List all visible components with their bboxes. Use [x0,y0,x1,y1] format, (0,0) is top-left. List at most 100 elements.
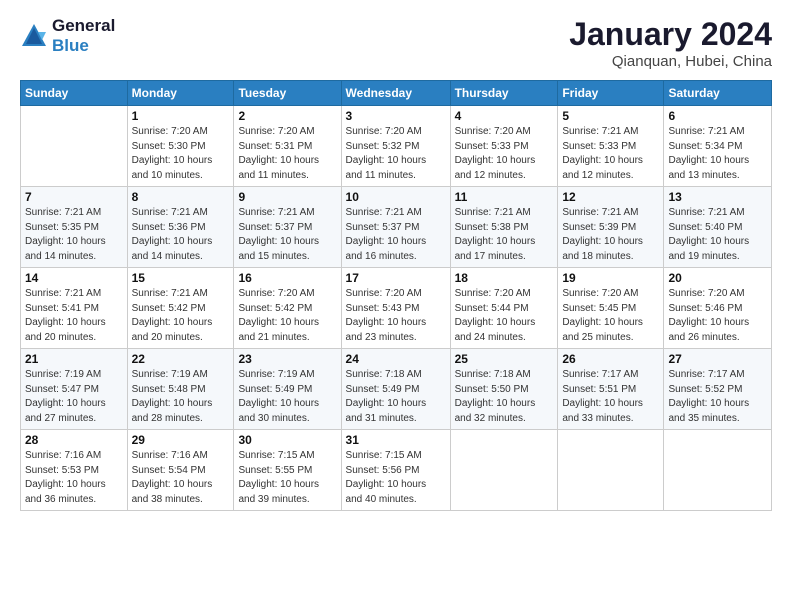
day-info: Sunrise: 7:18 AM Sunset: 5:50 PM Dayligh… [455,368,554,426]
day-info: Sunrise: 7:21 AM Sunset: 5:33 PM Dayligh… [562,125,659,183]
table-cell: 22 Sunrise: 7:19 AM Sunset: 5:48 PM Dayli… [127,349,234,430]
table-cell: 3 Sunrise: 7:20 AM Sunset: 5:32 PM Daylig… [341,106,450,187]
day-info: Sunrise: 7:18 AM Sunset: 5:49 PM Dayligh… [346,368,446,426]
day-number: 22 [132,352,230,366]
table-cell: 7Sunrise: 7:21 AM Sunset: 5:35 PM Daylig… [21,187,128,268]
table-cell: 25Sunrise: 7:18 AM Sunset: 5:50 PM Dayli… [450,349,558,430]
week-row-4: 21 Sunrise: 7:19 AM Sunset: 5:47 PM Dayli… [21,349,772,430]
day-number: 10 [346,190,446,204]
day-info: Sunrise: 7:19 AM Sunset: 5:49 PM Dayligh… [238,368,336,426]
day-number: 18 [455,271,554,285]
day-number: 6 [668,109,767,123]
table-cell: 30Sunrise: 7:15 AM Sunset: 5:55 PM Dayli… [234,430,341,511]
day-info: Sunrise: 7:21 AM Sunset: 5:34 PM Dayligh… [668,125,767,183]
day-number: 21 [25,352,123,366]
table-cell: 14Sunrise: 7:21 AM Sunset: 5:41 PM Dayli… [21,268,128,349]
col-sunday: Sunday [21,81,128,106]
day-info: Sunrise: 7:20 AM Sunset: 5:43 PM Dayligh… [346,287,446,345]
calendar-page: General Blue January 2024 Qianquan, Hube… [0,0,792,612]
table-cell: 16 Sunrise: 7:20 AM Sunset: 5:42 PM Dayli… [234,268,341,349]
day-number: 29 [132,433,230,447]
day-info: Sunrise: 7:16 AM Sunset: 5:53 PM Dayligh… [25,449,123,507]
day-info: Sunrise: 7:19 AM Sunset: 5:48 PM Dayligh… [132,368,230,426]
col-friday: Friday [558,81,664,106]
table-cell: 1 Sunrise: 7:20 AM Sunset: 5:30 PM Daylig… [127,106,234,187]
day-number: 11 [455,190,554,204]
day-info: Sunrise: 7:20 AM Sunset: 5:42 PM Dayligh… [238,287,336,345]
table-cell: 12 Sunrise: 7:21 AM Sunset: 5:39 PM Dayli… [558,187,664,268]
week-row-2: 7Sunrise: 7:21 AM Sunset: 5:35 PM Daylig… [21,187,772,268]
day-number: 15 [132,271,230,285]
day-number: 23 [238,352,336,366]
week-row-1: 1 Sunrise: 7:20 AM Sunset: 5:30 PM Daylig… [21,106,772,187]
day-info: Sunrise: 7:21 AM Sunset: 5:39 PM Dayligh… [562,206,659,264]
day-number: 7 [25,190,123,204]
day-info: Sunrise: 7:16 AM Sunset: 5:54 PM Dayligh… [132,449,230,507]
table-cell: 2 Sunrise: 7:20 AM Sunset: 5:31 PM Daylig… [234,106,341,187]
day-number: 16 [238,271,336,285]
table-cell: 9 Sunrise: 7:21 AM Sunset: 5:37 PM Daylig… [234,187,341,268]
day-info: Sunrise: 7:21 AM Sunset: 5:37 PM Dayligh… [238,206,336,264]
table-cell: 11 Sunrise: 7:21 AM Sunset: 5:38 PM Dayli… [450,187,558,268]
month-title: January 2024 [569,16,772,53]
location: Qianquan, Hubei, China [569,53,772,70]
day-number: 3 [346,109,446,123]
header: General Blue January 2024 Qianquan, Hube… [20,16,772,70]
logo-text: General Blue [52,16,115,56]
table-cell: 23 Sunrise: 7:19 AM Sunset: 5:49 PM Dayli… [234,349,341,430]
day-number: 20 [668,271,767,285]
day-number: 12 [562,190,659,204]
table-cell: 26 Sunrise: 7:17 AM Sunset: 5:51 PM Dayli… [558,349,664,430]
day-info: Sunrise: 7:20 AM Sunset: 5:32 PM Dayligh… [346,125,446,183]
day-number: 27 [668,352,767,366]
title-block: January 2024 Qianquan, Hubei, China [569,16,772,70]
day-info: Sunrise: 7:21 AM Sunset: 5:38 PM Dayligh… [455,206,554,264]
table-cell: 15 Sunrise: 7:21 AM Sunset: 5:42 PM Dayli… [127,268,234,349]
week-row-3: 14Sunrise: 7:21 AM Sunset: 5:41 PM Dayli… [21,268,772,349]
day-number: 30 [238,433,336,447]
table-cell: 8Sunrise: 7:21 AM Sunset: 5:36 PM Daylig… [127,187,234,268]
table-cell: 5 Sunrise: 7:21 AM Sunset: 5:33 PM Daylig… [558,106,664,187]
table-cell: 21 Sunrise: 7:19 AM Sunset: 5:47 PM Dayli… [21,349,128,430]
table-cell [450,430,558,511]
day-info: Sunrise: 7:21 AM Sunset: 5:41 PM Dayligh… [25,287,123,345]
table-cell: 28 Sunrise: 7:16 AM Sunset: 5:53 PM Dayli… [21,430,128,511]
day-number: 26 [562,352,659,366]
day-number: 8 [132,190,230,204]
logo: General Blue [20,16,115,56]
day-number: 5 [562,109,659,123]
day-info: Sunrise: 7:21 AM Sunset: 5:42 PM Dayligh… [132,287,230,345]
table-cell: 19 Sunrise: 7:20 AM Sunset: 5:45 PM Dayli… [558,268,664,349]
table-cell: 27Sunrise: 7:17 AM Sunset: 5:52 PM Dayli… [664,349,772,430]
day-info: Sunrise: 7:20 AM Sunset: 5:31 PM Dayligh… [238,125,336,183]
day-number: 2 [238,109,336,123]
col-saturday: Saturday [664,81,772,106]
day-number: 9 [238,190,336,204]
day-number: 19 [562,271,659,285]
day-info: Sunrise: 7:17 AM Sunset: 5:51 PM Dayligh… [562,368,659,426]
day-number: 4 [455,109,554,123]
col-tuesday: Tuesday [234,81,341,106]
table-cell: 17Sunrise: 7:20 AM Sunset: 5:43 PM Dayli… [341,268,450,349]
table-cell [664,430,772,511]
logo-icon [20,22,48,50]
day-number: 31 [346,433,446,447]
day-info: Sunrise: 7:19 AM Sunset: 5:47 PM Dayligh… [25,368,123,426]
calendar-table: Sunday Monday Tuesday Wednesday Thursday… [20,80,772,511]
table-cell [558,430,664,511]
day-number: 1 [132,109,230,123]
table-cell: 18 Sunrise: 7:20 AM Sunset: 5:44 PM Dayli… [450,268,558,349]
table-cell: 10Sunrise: 7:21 AM Sunset: 5:37 PM Dayli… [341,187,450,268]
table-cell [21,106,128,187]
day-info: Sunrise: 7:15 AM Sunset: 5:56 PM Dayligh… [346,449,446,507]
day-info: Sunrise: 7:20 AM Sunset: 5:30 PM Dayligh… [132,125,230,183]
day-number: 28 [25,433,123,447]
table-cell: 20 Sunrise: 7:20 AM Sunset: 5:46 PM Dayli… [664,268,772,349]
table-cell: 13Sunrise: 7:21 AM Sunset: 5:40 PM Dayli… [664,187,772,268]
day-info: Sunrise: 7:20 AM Sunset: 5:44 PM Dayligh… [455,287,554,345]
day-info: Sunrise: 7:21 AM Sunset: 5:40 PM Dayligh… [668,206,767,264]
day-info: Sunrise: 7:20 AM Sunset: 5:45 PM Dayligh… [562,287,659,345]
day-info: Sunrise: 7:20 AM Sunset: 5:46 PM Dayligh… [668,287,767,345]
table-cell: 24Sunrise: 7:18 AM Sunset: 5:49 PM Dayli… [341,349,450,430]
week-row-5: 28 Sunrise: 7:16 AM Sunset: 5:53 PM Dayli… [21,430,772,511]
